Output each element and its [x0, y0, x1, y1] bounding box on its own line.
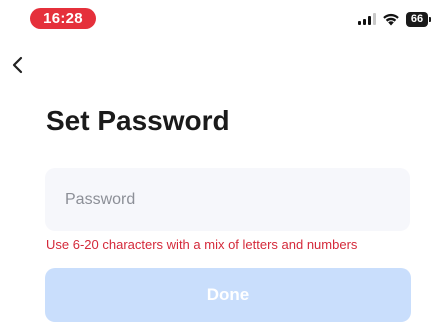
wifi-icon	[383, 13, 399, 26]
password-input[interactable]	[45, 168, 410, 231]
signal-bar	[368, 16, 371, 25]
battery-icon: 66	[406, 11, 431, 27]
status-indicators: 66	[358, 10, 431, 28]
password-field[interactable]	[45, 168, 410, 231]
done-button[interactable]: Done	[45, 268, 411, 322]
status-bar: 16:28 66	[0, 0, 432, 36]
page-title: Set Password	[46, 105, 230, 136]
signal-bar	[358, 21, 361, 25]
chevron-left-icon	[12, 56, 23, 74]
signal-bar	[373, 13, 376, 25]
status-time: 16:28	[30, 8, 96, 29]
signal-bar	[363, 19, 366, 25]
password-hint: Use 6-20 characters with a mix of letter…	[46, 237, 358, 252]
back-button[interactable]	[6, 50, 30, 80]
cellular-signal-icon	[358, 13, 376, 25]
